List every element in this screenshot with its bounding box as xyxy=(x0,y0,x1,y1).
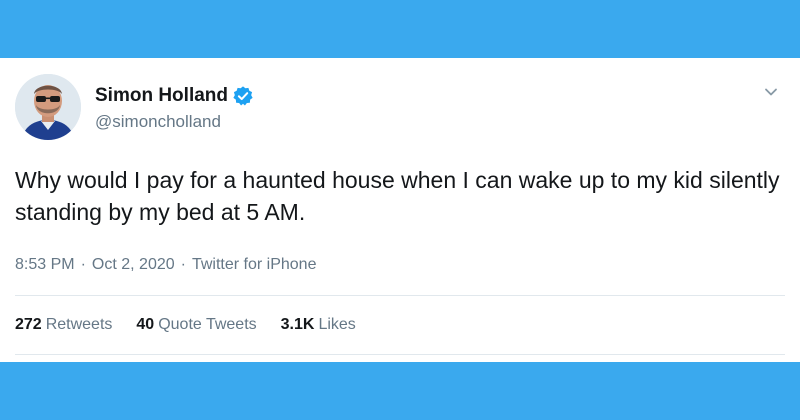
divider xyxy=(15,354,785,355)
quote-tweets-stat[interactable]: 40 Quote Tweets xyxy=(136,315,256,335)
tweet-card: Simon Holland @simoncholland Why would I… xyxy=(0,58,800,362)
retweets-stat[interactable]: 272 Retweets xyxy=(15,315,112,335)
likes-stat[interactable]: 3.1K Likes xyxy=(281,315,356,335)
likes-count: 3.1K xyxy=(280,316,315,333)
top-blue-band xyxy=(0,0,800,58)
tweet-time[interactable]: 8:53 PM xyxy=(15,255,75,275)
avatar-image xyxy=(15,74,81,140)
avatar[interactable] xyxy=(15,74,81,140)
engagement-stats: 272 Retweets 40 Quote Tweets 3.1K Likes xyxy=(15,315,356,335)
tweet-metadata: 8:53 PM · Oct 2, 2020 · Twitter for iPho… xyxy=(15,255,316,275)
retweets-count: 272 xyxy=(15,316,42,333)
author-display-name[interactable]: Simon Holland xyxy=(95,85,228,107)
likes-label: Likes xyxy=(318,316,356,333)
chevron-down-icon[interactable] xyxy=(764,85,778,99)
author-name-row: Simon Holland xyxy=(95,85,254,107)
meta-separator: · xyxy=(80,256,86,273)
retweets-label: Retweets xyxy=(45,316,113,333)
tweet-text: Why would I pay for a haunted house when… xyxy=(15,167,780,225)
quote-tweets-count: 40 xyxy=(136,316,155,333)
author-handle[interactable]: @simoncholland xyxy=(95,112,221,132)
tweet-date[interactable]: Oct 2, 2020 xyxy=(92,255,175,275)
meta-separator: · xyxy=(180,256,186,273)
verified-badge-icon xyxy=(232,85,254,107)
bottom-blue-band xyxy=(0,362,800,420)
quote-tweets-label: Quote Tweets xyxy=(158,316,257,333)
tweet-source[interactable]: Twitter for iPhone xyxy=(192,255,317,275)
divider xyxy=(15,295,785,296)
